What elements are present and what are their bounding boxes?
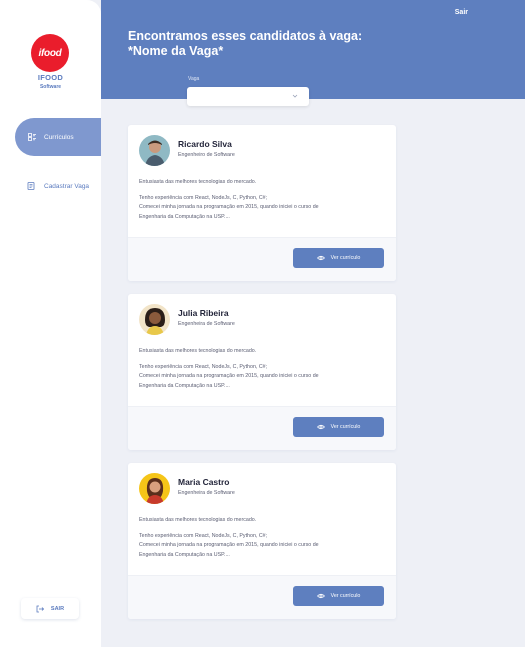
candidate-card-body: Ricardo Silva Engenheiro de Software Ent… bbox=[128, 125, 396, 237]
sidebar: ifood IFOOD Software Currículos Cadastra… bbox=[0, 0, 101, 647]
button-label: Ver currículo bbox=[330, 255, 361, 261]
candidate-description-line: Tenho experiência com React, NodeJs, C, … bbox=[139, 194, 268, 201]
logout-icon bbox=[36, 605, 44, 612]
candidate-card-footer: Ver currículo bbox=[128, 575, 396, 619]
candidate-name: Ricardo Silva bbox=[178, 139, 232, 149]
candidate-description-line: Tenho experiência com React, NodeJs, C, … bbox=[139, 363, 268, 370]
brand-subtitle: Software bbox=[39, 84, 62, 90]
logout-label: SAIR bbox=[50, 605, 65, 612]
candidate-card: Ricardo Silva Engenheiro de Software Ent… bbox=[128, 125, 396, 281]
candidate-card-body: Maria Castro Engenheira de Software Entu… bbox=[128, 463, 396, 575]
ver-curriculo-button[interactable]: Ver currículo bbox=[293, 417, 384, 437]
candidate-description-line: Entusiasta das melhores tecnologias do m… bbox=[139, 517, 257, 523]
candidate-description-line: Comecei minha jornada na programação em … bbox=[139, 204, 319, 211]
candidate-role: Engenheiro de Software bbox=[178, 152, 235, 158]
avatar bbox=[139, 473, 170, 504]
page-title-line2: *Nome da Vaga* bbox=[128, 44, 224, 58]
sair-link[interactable]: Sair bbox=[455, 9, 468, 16]
eye-icon bbox=[316, 424, 325, 430]
logo-text: ifood bbox=[38, 47, 62, 59]
candidate-description-line: Tenho experiência com React, NodeJs, C, … bbox=[139, 532, 268, 539]
candidate-description-line: Engenharia da Computação na USP.... bbox=[139, 382, 230, 389]
ver-curriculo-button[interactable]: Ver currículo bbox=[293, 586, 384, 606]
vaga-label: Vaga bbox=[188, 76, 200, 82]
candidate-description: Entusiasta das melhores tecnologias do m… bbox=[139, 516, 389, 560]
sidebar-item-label: Currículos bbox=[44, 133, 74, 141]
candidate-role: Engenheira de Software bbox=[178, 490, 235, 496]
ifood-logo: ifood bbox=[31, 34, 69, 72]
avatar bbox=[139, 135, 170, 166]
sidebar-item-label: Cadastrar Vaga bbox=[44, 182, 90, 190]
ver-curriculo-button[interactable]: Ver currículo bbox=[293, 248, 384, 268]
candidate-name: Maria Castro bbox=[178, 477, 230, 487]
button-label: Ver currículo bbox=[330, 424, 361, 430]
candidate-description-line: Engenharia da Computação na USP.... bbox=[139, 551, 230, 558]
candidate-name: Julia Ribeira bbox=[178, 308, 229, 318]
candidate-card: Julia Ribeira Engenheira de Software Ent… bbox=[128, 294, 396, 450]
sidebar-item-curriculos[interactable]: Currículos bbox=[15, 118, 101, 156]
eye-icon bbox=[316, 255, 325, 261]
chevron-down-icon bbox=[292, 94, 298, 98]
page-title: Encontramos esses candidatos à vaga: *No… bbox=[128, 29, 418, 59]
avatar bbox=[139, 304, 170, 335]
brand-name: IFOOD bbox=[37, 73, 64, 82]
candidate-description-line: Comecei minha jornada na programação em … bbox=[139, 542, 319, 549]
list-icon bbox=[28, 133, 36, 141]
button-label: Ver currículo bbox=[330, 593, 361, 599]
candidate-description-line: Entusiasta das melhores tecnologias do m… bbox=[139, 179, 257, 185]
candidate-description-line: Entusiasta das melhores tecnologias do m… bbox=[139, 348, 257, 354]
vaga-select[interactable] bbox=[187, 87, 309, 106]
candidate-card-footer: Ver currículo bbox=[128, 406, 396, 450]
eye-icon bbox=[316, 593, 325, 599]
page-header: Sair Encontramos esses candidatos à vaga… bbox=[101, 0, 525, 106]
candidate-description-line: Comecei minha jornada na programação em … bbox=[139, 373, 319, 380]
logout-button[interactable]: SAIR bbox=[21, 598, 79, 619]
document-icon bbox=[27, 182, 35, 190]
candidate-description: Entusiasta das melhores tecnologias do m… bbox=[139, 178, 389, 222]
page-title-line1: Encontramos esses candidatos à vaga: bbox=[128, 29, 363, 43]
candidate-card: Maria Castro Engenheira de Software Entu… bbox=[128, 463, 396, 619]
candidate-card-footer: Ver currículo bbox=[128, 237, 396, 281]
sidebar-item-cadastrar-vaga[interactable]: Cadastrar Vaga bbox=[27, 182, 89, 190]
candidate-description: Entusiasta das melhores tecnologias do m… bbox=[139, 347, 389, 391]
candidate-role: Engenheira de Software bbox=[178, 321, 235, 327]
candidate-description-line: Engenharia da Computação na USP.... bbox=[139, 213, 230, 220]
candidate-card-body: Julia Ribeira Engenheira de Software Ent… bbox=[128, 294, 396, 406]
